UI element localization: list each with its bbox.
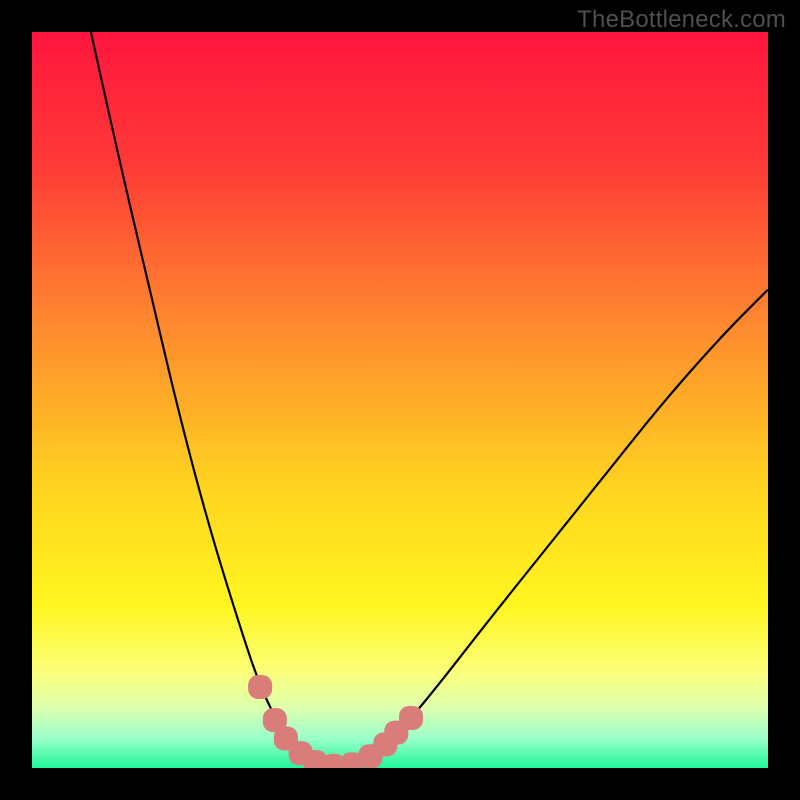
- sample-marker: [399, 706, 423, 730]
- sample-marker: [248, 675, 272, 699]
- plot-area: [32, 32, 768, 768]
- watermark-text: TheBottleneck.com: [577, 6, 786, 34]
- outer-frame: TheBottleneck.com: [0, 0, 800, 800]
- bottleneck-chart: [32, 32, 768, 768]
- gradient-background: [32, 32, 768, 768]
